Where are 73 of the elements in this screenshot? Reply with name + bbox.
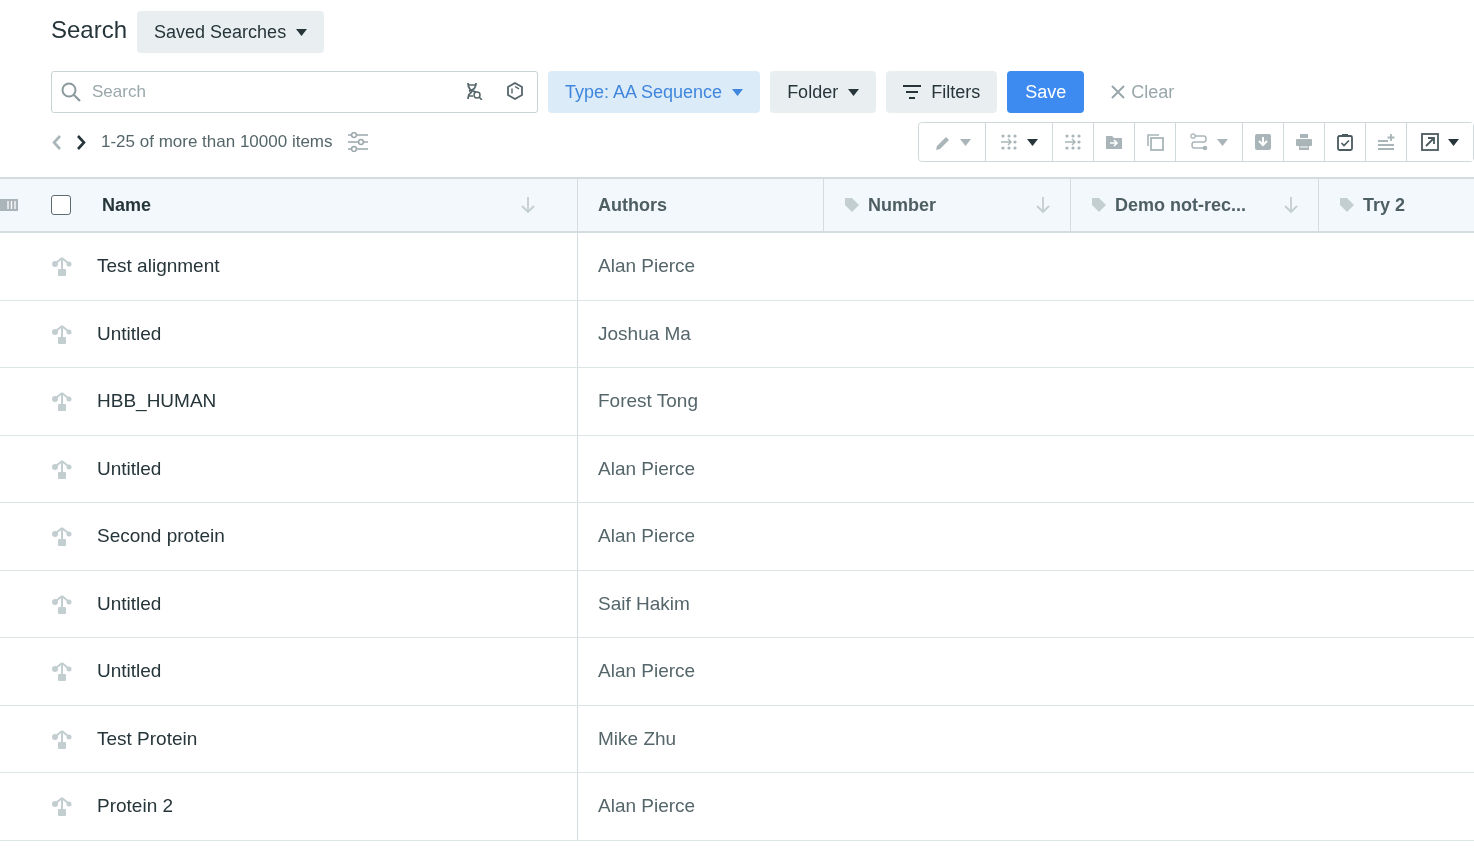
sort-arrow-icon[interactable] — [521, 196, 535, 214]
close-icon — [1111, 85, 1126, 99]
row-name[interactable]: HBB_HUMAN — [97, 390, 217, 413]
sequence-type-icon — [51, 390, 73, 413]
dots-arrow-icon — [1064, 133, 1082, 151]
tag-icon — [1091, 197, 1107, 213]
caret-icon — [732, 88, 744, 96]
copy-icon — [1146, 133, 1164, 151]
caret-icon — [296, 28, 308, 36]
dots-arrow-icon — [1000, 133, 1018, 151]
row-author: Mike Zhu — [598, 727, 677, 750]
row-name[interactable]: Test alignment — [97, 255, 220, 278]
row-name[interactable]: Untitled — [97, 592, 162, 615]
sequence-type-icon — [51, 525, 73, 548]
folder-arrow-icon — [1105, 133, 1123, 151]
row-author: Forest Tong — [598, 390, 698, 413]
caret-icon — [960, 138, 971, 146]
chevron-left-icon — [51, 133, 62, 151]
row-name[interactable]: Test Protein — [97, 727, 198, 750]
column-toggle-icon[interactable] — [0, 199, 18, 211]
row-name[interactable]: Untitled — [97, 660, 162, 683]
archive-icon — [1254, 133, 1272, 151]
sequence-type-icon — [51, 727, 73, 750]
caret-icon — [848, 88, 860, 96]
hexagon-icon[interactable] — [506, 82, 524, 100]
search-field[interactable]: Search — [51, 71, 538, 113]
row-author: Saif Hakim — [598, 592, 690, 615]
sequence-type-icon — [51, 322, 73, 345]
row-name[interactable]: Protein 2 — [97, 795, 174, 818]
row-author: Joshua Ma — [598, 322, 691, 345]
row-name[interactable]: Untitled — [97, 457, 162, 480]
sequence-type-icon — [51, 255, 73, 278]
sort-arrow-icon[interactable] — [1036, 196, 1050, 214]
chevron-right-icon — [76, 133, 87, 151]
row-author: Alan Pierce — [598, 525, 696, 548]
caret-icon — [1448, 138, 1459, 146]
saved-searches-button[interactable]: Saved Searches — [137, 11, 325, 53]
row-author: Alan Pierce — [598, 660, 696, 683]
sliders-icon[interactable] — [346, 132, 369, 152]
pagination-summary: 1-25 of more than 10000 items — [101, 132, 333, 152]
toolbar-button[interactable] — [1406, 123, 1473, 161]
caret-icon — [1217, 138, 1228, 146]
column-header[interactable]: Try 2 — [1363, 194, 1454, 216]
workflow-icon — [1190, 133, 1208, 151]
row-name[interactable]: Untitled — [97, 322, 162, 345]
sequence-type-icon — [51, 457, 73, 480]
row-name[interactable]: Second protein — [97, 525, 225, 548]
sequence-type-icon — [51, 660, 73, 683]
row-author: Alan Pierce — [598, 795, 696, 818]
list-add-icon — [1377, 133, 1395, 151]
row-author: Alan Pierce — [598, 457, 696, 480]
next-page-button[interactable] — [76, 133, 87, 151]
row-author: Alan Pierce — [598, 255, 696, 278]
print-icon — [1295, 133, 1313, 151]
sequence-type-icon — [51, 592, 73, 615]
search-icon — [61, 82, 81, 102]
dna-search-icon[interactable] — [465, 82, 483, 100]
caret-icon — [1027, 138, 1038, 146]
tag-icon — [1339, 197, 1355, 213]
column-header[interactable]: Demo not-rec... — [1115, 194, 1276, 216]
select-all-checkbox[interactable] — [51, 195, 71, 215]
page-title: Search — [51, 16, 128, 44]
export-icon — [1421, 133, 1439, 151]
column-header[interactable]: Authors — [598, 194, 803, 216]
filters-button[interactable]: Filters — [886, 71, 998, 113]
column-header[interactable]: Name — [102, 194, 513, 216]
filter-icon — [903, 85, 922, 99]
column-header[interactable]: Number — [868, 194, 1028, 216]
folder-filter-button[interactable]: Folder — [770, 71, 877, 113]
sequence-type-icon — [51, 795, 73, 818]
clipboard-check-icon — [1336, 133, 1354, 151]
tag-icon — [844, 197, 860, 213]
sort-arrow-icon[interactable] — [1284, 196, 1298, 214]
